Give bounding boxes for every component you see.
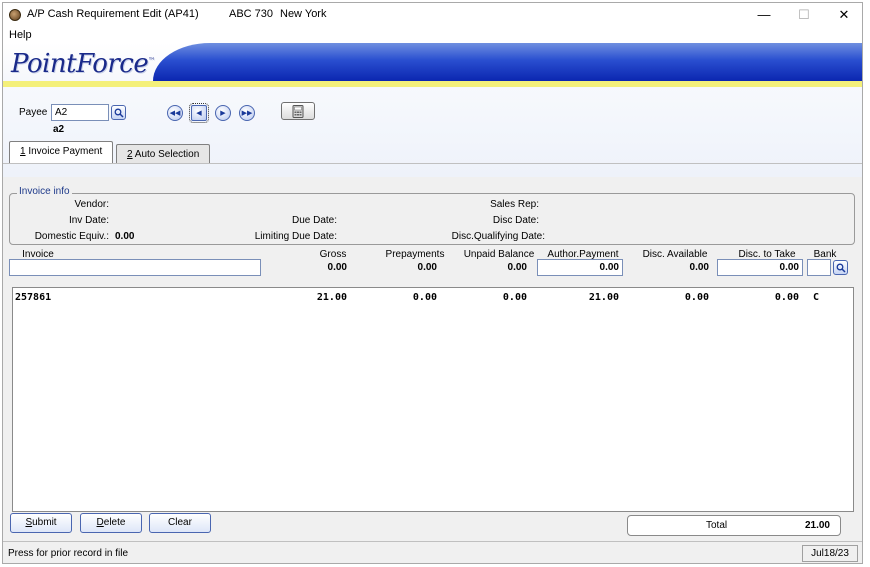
- status-date: Jul18/23: [802, 545, 858, 562]
- total-box: Total 21.00: [627, 515, 841, 536]
- first-record-button[interactable]: ◀◀: [167, 105, 183, 121]
- row-unpaid-balance: 0.00: [502, 292, 527, 303]
- invoice-info-title: Invoice info: [17, 186, 72, 197]
- invoice-grid[interactable]: 257861 21.00 0.00 0.00 21.00 0.00 0.00 C: [12, 287, 854, 512]
- company-city: New York: [280, 8, 327, 20]
- close-button[interactable]: ✕: [824, 3, 862, 27]
- invoice-input[interactable]: [9, 259, 261, 276]
- magnifier-icon: [114, 108, 124, 118]
- col-prepayments-header: Prepayments: [385, 249, 445, 260]
- invoice-info-group: [9, 193, 855, 245]
- app-window: A/P Cash Requirement Edit (AP41) ABC 730…: [2, 2, 863, 564]
- brand-banner: PointForce™: [3, 43, 862, 87]
- disc-date-label: Disc Date:: [492, 215, 539, 226]
- limiting-due-date-label: Limiting Due Date:: [254, 231, 337, 242]
- row-disc-available: 0.00: [684, 292, 709, 303]
- double-right-arrow-icon: ▶▶: [241, 110, 253, 117]
- row-author-payment: 21.00: [588, 292, 619, 303]
- menu-bar: Help: [3, 27, 862, 43]
- vendor-label: Vendor:: [74, 199, 109, 210]
- author-payment-input[interactable]: 0.00: [537, 259, 623, 276]
- banner-wave: [153, 43, 862, 81]
- right-arrow-icon: ▶: [220, 110, 226, 117]
- prepayments-value: 0.00: [417, 262, 437, 273]
- magnifier-icon: [836, 263, 846, 273]
- disc-qualifying-date-label: Disc.Qualifying Date:: [451, 231, 545, 242]
- row-disc-to-take: 0.00: [774, 292, 799, 303]
- calculator-button[interactable]: [281, 102, 315, 120]
- col-gross-header: Gross: [319, 249, 347, 260]
- prior-record-button[interactable]: ◀: [189, 103, 209, 123]
- inv-date-label: Inv Date:: [68, 215, 109, 226]
- payee-label: Payee: [19, 107, 48, 118]
- total-value: 21.00: [804, 520, 830, 531]
- unpaid-balance-value: 0.00: [507, 262, 527, 273]
- app-icon: [9, 9, 21, 21]
- maximize-button[interactable]: ☐: [784, 3, 824, 27]
- row-gross: 21.00: [316, 292, 347, 303]
- tab-divider: [3, 163, 862, 164]
- clear-button[interactable]: Clear: [149, 513, 211, 533]
- col-disc-available-header: Disc. Available: [642, 249, 708, 260]
- company-code: ABC 730: [229, 8, 274, 20]
- disc-available-value: 0.00: [689, 262, 709, 273]
- gross-value: 0.00: [327, 262, 347, 273]
- total-label: Total: [706, 520, 728, 531]
- menu-help[interactable]: Help: [9, 29, 32, 41]
- payee-lookup-button[interactable]: [111, 105, 126, 120]
- payee-name: a2: [53, 124, 65, 135]
- bank-input[interactable]: [807, 259, 831, 276]
- pointforce-logo: PointForce™: [11, 49, 155, 79]
- disc-to-take-input[interactable]: 0.00: [717, 259, 803, 276]
- row-invoice[interactable]: 257861: [15, 292, 51, 303]
- title-bar: A/P Cash Requirement Edit (AP41) ABC 730…: [3, 3, 862, 27]
- sales-rep-label: Sales Rep:: [490, 199, 539, 210]
- delete-button[interactable]: Delete: [80, 513, 142, 533]
- last-record-button[interactable]: ▶▶: [239, 105, 255, 121]
- double-left-arrow-icon: ◀◀: [169, 110, 181, 117]
- row-bank: C: [813, 292, 820, 303]
- window-title: A/P Cash Requirement Edit (AP41): [27, 8, 199, 20]
- bank-lookup-button[interactable]: [833, 260, 848, 275]
- left-arrow-icon: ◀: [196, 110, 202, 117]
- col-unpaid-balance-header: Unpaid Balance: [463, 249, 535, 260]
- tab-auto-selection[interactable]: 2 Auto Selection: [116, 144, 211, 164]
- payee-input[interactable]: A2: [51, 104, 109, 121]
- calculator-icon: [292, 104, 304, 118]
- domestic-equiv-value: 0.00: [115, 231, 135, 242]
- next-record-button[interactable]: ▶: [215, 105, 231, 121]
- status-bar: Press for prior record in file Jul18/23: [3, 541, 862, 563]
- domestic-equiv-label: Domestic Equiv.:: [34, 231, 109, 242]
- status-message: Press for prior record in file: [8, 548, 129, 559]
- submit-button[interactable]: Submit: [10, 513, 72, 533]
- tab-invoice-payment[interactable]: 1 Invoice Payment: [9, 141, 114, 163]
- minimize-button[interactable]: —: [744, 3, 784, 27]
- due-date-label: Due Date:: [291, 215, 337, 226]
- row-prepayments: 0.00: [412, 292, 437, 303]
